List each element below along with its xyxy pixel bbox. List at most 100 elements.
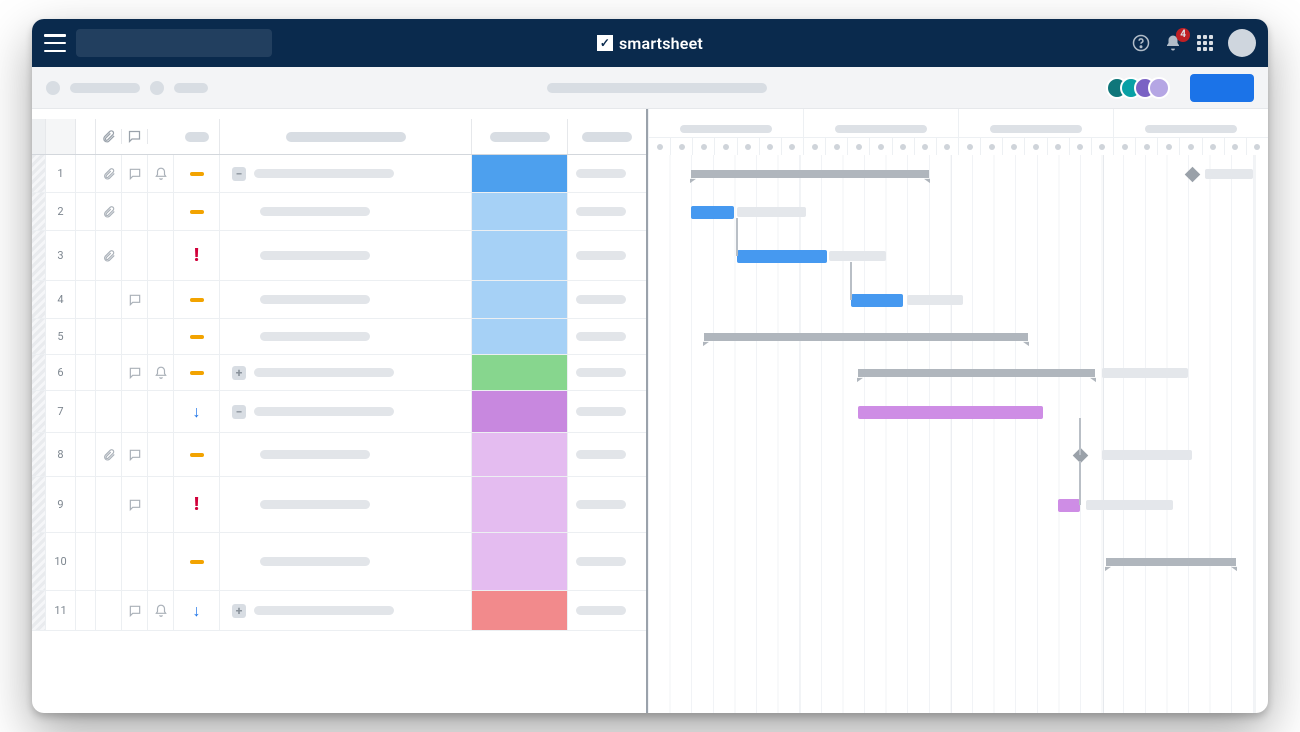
task-cell[interactable]	[220, 533, 472, 590]
assignee-cell[interactable]	[568, 155, 646, 192]
gantt-task-bar[interactable]	[691, 206, 734, 219]
status-cell[interactable]	[472, 155, 568, 192]
reminder-cell[interactable]	[148, 591, 174, 630]
collapse-icon[interactable]: −	[232, 167, 246, 181]
comment-cell[interactable]	[122, 591, 148, 630]
grid-row[interactable]: 8	[32, 433, 646, 477]
attachment-cell[interactable]	[96, 433, 122, 476]
task-cell[interactable]	[220, 433, 472, 476]
reminder-cell[interactable]	[148, 477, 174, 532]
comment-cell[interactable]	[122, 433, 148, 476]
comment-cell[interactable]	[122, 355, 148, 390]
assignee-cell[interactable]	[568, 591, 646, 630]
grid-row[interactable]: 5	[32, 319, 646, 355]
task-cell[interactable]: −	[220, 155, 472, 192]
comment-cell[interactable]	[122, 533, 148, 590]
assignee-cell[interactable]	[568, 391, 646, 432]
col-task[interactable]	[220, 119, 472, 154]
attachment-cell[interactable]	[96, 319, 122, 354]
assignee-cell[interactable]	[568, 193, 646, 230]
row-handle[interactable]	[32, 281, 46, 318]
gantt-task-bar[interactable]	[851, 294, 903, 307]
expand-icon[interactable]: +	[232, 366, 246, 380]
status-cell[interactable]	[472, 591, 568, 630]
user-avatar[interactable]	[1228, 29, 1256, 57]
status-cell[interactable]	[472, 193, 568, 230]
gantt-task-bar[interactable]	[737, 250, 828, 263]
priority-cell[interactable]	[174, 155, 220, 192]
toolbar-icon[interactable]	[46, 81, 60, 95]
task-cell[interactable]	[220, 319, 472, 354]
attachment-cell[interactable]	[96, 477, 122, 532]
priority-cell[interactable]	[174, 533, 220, 590]
grid-row[interactable]: 9!	[32, 477, 646, 533]
grid-row[interactable]: 1−	[32, 155, 646, 193]
row-handle[interactable]	[32, 231, 46, 280]
reminder-cell[interactable]	[148, 281, 174, 318]
gantt-summary-bar[interactable]	[858, 369, 1096, 377]
priority-cell[interactable]: ↓	[174, 391, 220, 432]
row-handle[interactable]	[32, 319, 46, 354]
task-cell[interactable]	[220, 477, 472, 532]
comment-cell[interactable]	[122, 155, 148, 192]
attachment-cell[interactable]	[96, 533, 122, 590]
expand-icon[interactable]: +	[232, 604, 246, 618]
assignee-cell[interactable]	[568, 533, 646, 590]
priority-cell[interactable]: ↓	[174, 591, 220, 630]
menu-icon[interactable]	[44, 34, 66, 52]
gantt-task-bar[interactable]	[858, 406, 1044, 419]
col-status[interactable]	[472, 119, 568, 154]
status-cell[interactable]	[472, 391, 568, 432]
reminder-cell[interactable]	[148, 533, 174, 590]
toolbar-control[interactable]	[70, 83, 140, 93]
notifications-icon[interactable]: 4	[1164, 34, 1182, 52]
grid-row[interactable]: 4	[32, 281, 646, 319]
status-cell[interactable]	[472, 355, 568, 390]
row-handle[interactable]	[32, 433, 46, 476]
status-cell[interactable]	[472, 231, 568, 280]
reminder-cell[interactable]	[148, 355, 174, 390]
share-button[interactable]	[1190, 74, 1254, 102]
apps-icon[interactable]	[1196, 34, 1214, 52]
row-handle[interactable]	[32, 477, 46, 532]
assignee-cell[interactable]	[568, 355, 646, 390]
status-cell[interactable]	[472, 477, 568, 532]
reminder-cell[interactable]	[148, 391, 174, 432]
comment-cell[interactable]	[122, 319, 148, 354]
row-handle[interactable]	[32, 591, 46, 630]
comment-cell[interactable]	[122, 281, 148, 318]
priority-cell[interactable]	[174, 433, 220, 476]
col-attachment-icon[interactable]	[96, 129, 122, 144]
toolbar-icon[interactable]	[150, 81, 164, 95]
assignee-cell[interactable]	[568, 281, 646, 318]
collaborators[interactable]	[1106, 77, 1170, 99]
assignee-cell[interactable]	[568, 477, 646, 532]
status-cell[interactable]	[472, 433, 568, 476]
gantt-summary-bar[interactable]	[1106, 558, 1236, 566]
attachment-cell[interactable]	[96, 281, 122, 318]
status-cell[interactable]	[472, 319, 568, 354]
comment-cell[interactable]	[122, 231, 148, 280]
grid-row[interactable]: 11↓+	[32, 591, 646, 631]
reminder-cell[interactable]	[148, 193, 174, 230]
help-icon[interactable]	[1132, 34, 1150, 52]
reminder-cell[interactable]	[148, 155, 174, 192]
priority-cell[interactable]	[174, 281, 220, 318]
toolbar-control[interactable]	[174, 83, 208, 93]
attachment-cell[interactable]	[96, 193, 122, 230]
assignee-cell[interactable]	[568, 231, 646, 280]
priority-cell[interactable]: !	[174, 231, 220, 280]
reminder-cell[interactable]	[148, 231, 174, 280]
grid-row[interactable]: 7↓−	[32, 391, 646, 433]
task-cell[interactable]	[220, 231, 472, 280]
attachment-cell[interactable]	[96, 355, 122, 390]
reminder-cell[interactable]	[148, 433, 174, 476]
task-cell[interactable]: +	[220, 355, 472, 390]
task-cell[interactable]: +	[220, 591, 472, 630]
search-input[interactable]	[76, 29, 272, 57]
row-handle[interactable]	[32, 155, 46, 192]
comment-cell[interactable]	[122, 477, 148, 532]
task-cell[interactable]: −	[220, 391, 472, 432]
status-cell[interactable]	[472, 533, 568, 590]
priority-cell[interactable]: !	[174, 477, 220, 532]
